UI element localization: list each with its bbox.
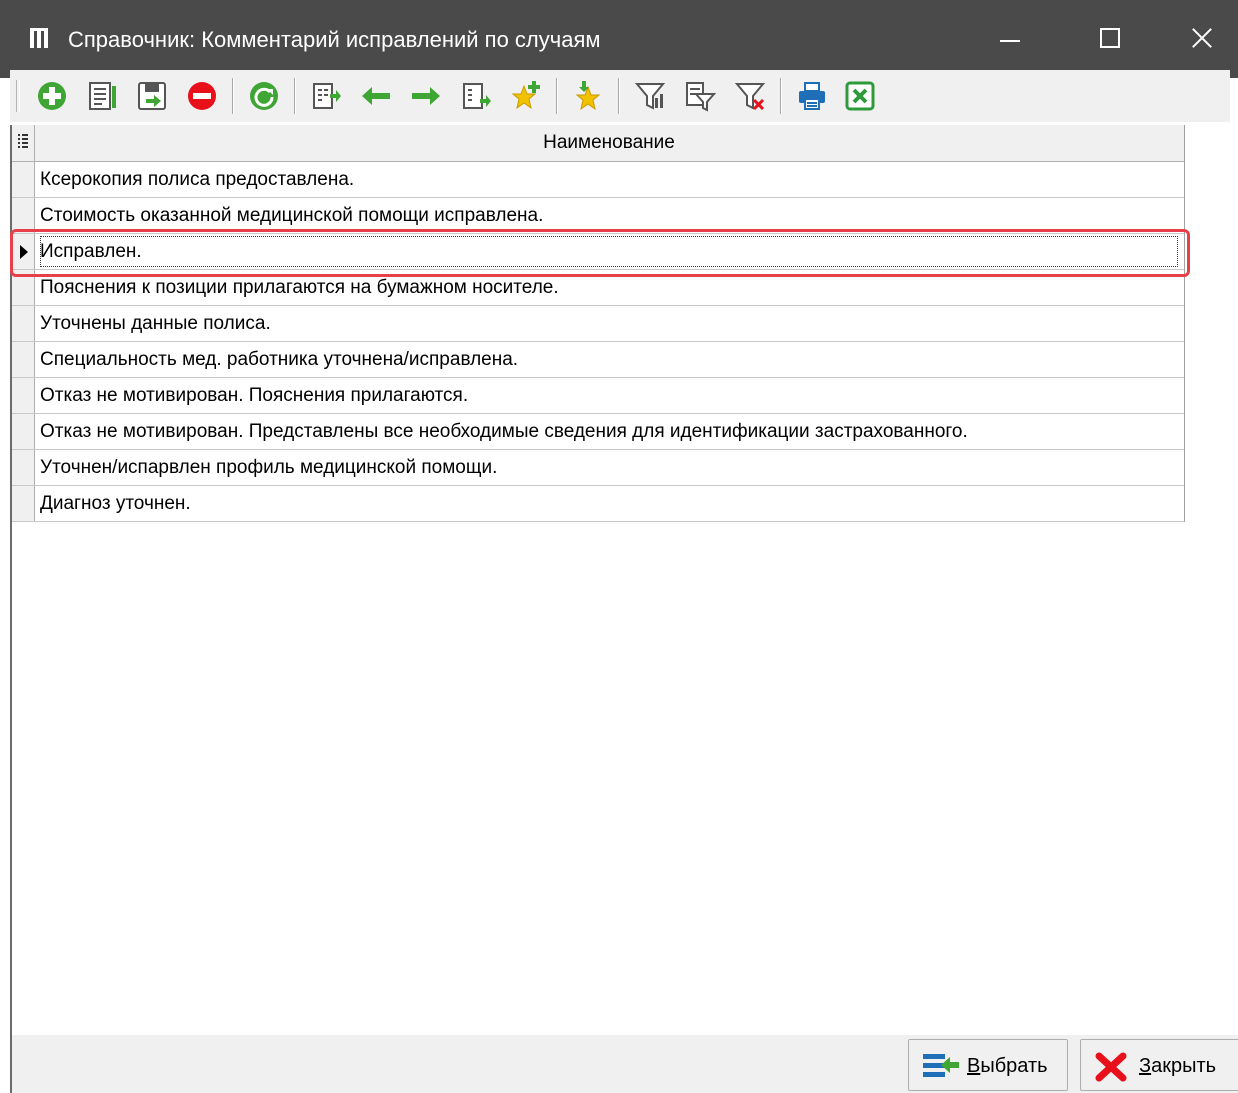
delete-icon: [188, 82, 216, 110]
toolbar-separator: [780, 78, 782, 114]
move-left-button[interactable]: [356, 76, 396, 116]
table-row[interactable]: Уточнены данные полиса.: [12, 306, 1184, 342]
title-bar: Справочник: Комментарий исправлений по с…: [0, 0, 1238, 78]
select-button-label: Выбрать: [967, 1055, 1048, 1077]
select-button[interactable]: Выбрать: [908, 1039, 1068, 1091]
close-button[interactable]: Закрыть: [1080, 1039, 1238, 1091]
row-name-cell: Уточнены данные полиса.: [40, 313, 271, 334]
toolbar-grip[interactable]: [16, 80, 20, 112]
column-chooser-button[interactable]: [12, 125, 35, 161]
table-row[interactable]: Специальность мед. работника уточнена/ис…: [12, 342, 1184, 378]
grid-area: Наименование Ксерокопия полиса предостав…: [10, 125, 1232, 1035]
filter-clear-button[interactable]: [730, 76, 770, 116]
add-favorite-icon: [511, 81, 540, 110]
table-row[interactable]: Отказ не мотивирован. Представлены все н…: [12, 414, 1184, 450]
refresh-icon: [250, 82, 278, 110]
print-button[interactable]: [792, 76, 832, 116]
row-indicator[interactable]: [12, 306, 35, 341]
add-button[interactable]: [32, 76, 72, 116]
row-indicator[interactable]: [12, 450, 35, 485]
close-icon: [1095, 1052, 1127, 1082]
excel-export-button[interactable]: [840, 76, 880, 116]
filter-edit-icon: [686, 82, 716, 112]
row-name-cell: Специальность мед. работника уточнена/ис…: [40, 349, 519, 370]
row-name-cell: Отказ не мотивирован. Пояснения прилагаю…: [40, 385, 469, 406]
row-indicator[interactable]: [12, 342, 35, 377]
row-indicator[interactable]: [12, 414, 35, 449]
filter-edit-button[interactable]: [680, 76, 720, 116]
row-indicator[interactable]: [12, 486, 35, 521]
toolbar-separator: [294, 78, 296, 114]
move-to-button[interactable]: [306, 76, 346, 116]
row-name-cell: Исправлен.: [38, 234, 1180, 269]
table-row-selected[interactable]: Исправлен.: [12, 234, 1184, 270]
toolbar-separator: [556, 78, 558, 114]
table-row[interactable]: Уточнен/испарвлен профиль медицинской по…: [12, 450, 1184, 486]
column-header-name[interactable]: Наименование: [34, 125, 1184, 161]
minimize-button[interactable]: [970, 0, 1050, 78]
maximize-button[interactable]: [1070, 0, 1150, 78]
window-title: Справочник: Комментарий исправлений по с…: [68, 27, 601, 52]
add-icon: [38, 82, 66, 110]
arrow-left-icon: [362, 87, 390, 105]
row-indicator[interactable]: [12, 198, 35, 233]
close-window-button[interactable]: [1160, 0, 1238, 78]
favorites-icon: [575, 81, 601, 111]
toolbar-separator: [618, 78, 620, 114]
edit-icon: [89, 82, 116, 110]
bottom-button-bar: Выбрать Закрыть: [10, 1035, 1238, 1093]
row-indicator[interactable]: [12, 378, 35, 413]
list-menu-icon: [18, 134, 28, 148]
row-indicator[interactable]: [12, 162, 35, 197]
filter-button[interactable]: [630, 76, 670, 116]
edit-button[interactable]: [82, 76, 122, 116]
table-row[interactable]: Диагноз уточнен.: [12, 486, 1184, 522]
excel-export-icon: [845, 81, 875, 111]
select-icon: [923, 1054, 959, 1077]
current-row-pointer-icon: [20, 245, 28, 259]
move-to-icon: [313, 83, 341, 109]
add-favorite-button[interactable]: [506, 76, 546, 116]
row-name-cell: Стоимость оказанной медицинской помощи и…: [40, 205, 544, 226]
row-name-cell: Уточнен/испарвлен профиль медицинской по…: [40, 457, 498, 478]
print-icon: [799, 82, 825, 110]
grid-header: Наименование: [12, 125, 1184, 162]
row-indicator[interactable]: [12, 234, 35, 269]
table-row[interactable]: Отказ не мотивирован. Пояснения прилагаю…: [12, 378, 1184, 414]
copy-to-button[interactable]: [456, 76, 496, 116]
table-row[interactable]: Ксерокопия полиса предоставлена.: [12, 162, 1184, 198]
favorites-button[interactable]: [568, 76, 608, 116]
row-name-cell: Ксерокопия полиса предоставлена.: [40, 169, 355, 190]
data-grid: Наименование Ксерокопия полиса предостав…: [10, 125, 1190, 522]
copy-to-icon: [463, 83, 491, 109]
toolbar-separator: [232, 78, 234, 114]
filter-icon: [634, 83, 666, 110]
row-name-cell: Пояснения к позиции прилагаются на бумаж…: [40, 277, 559, 298]
arrow-right-icon: [412, 87, 440, 105]
filter-clear-icon: [734, 83, 766, 111]
save-button[interactable]: [132, 76, 172, 116]
toolbar: [10, 70, 1230, 122]
table-row[interactable]: Стоимость оказанной медицинской помощи и…: [12, 198, 1184, 234]
move-right-button[interactable]: [406, 76, 446, 116]
save-icon: [138, 82, 166, 110]
row-name-cell: Диагноз уточнен.: [40, 493, 191, 514]
row-name-cell: Отказ не мотивирован. Представлены все н…: [40, 421, 968, 442]
delete-button[interactable]: [182, 76, 222, 116]
row-indicator[interactable]: [12, 270, 35, 305]
table-row[interactable]: Пояснения к позиции прилагаются на бумаж…: [12, 270, 1184, 306]
refresh-button[interactable]: [244, 76, 284, 116]
close-button-label: Закрыть: [1139, 1055, 1217, 1077]
app-icon: [30, 28, 50, 48]
